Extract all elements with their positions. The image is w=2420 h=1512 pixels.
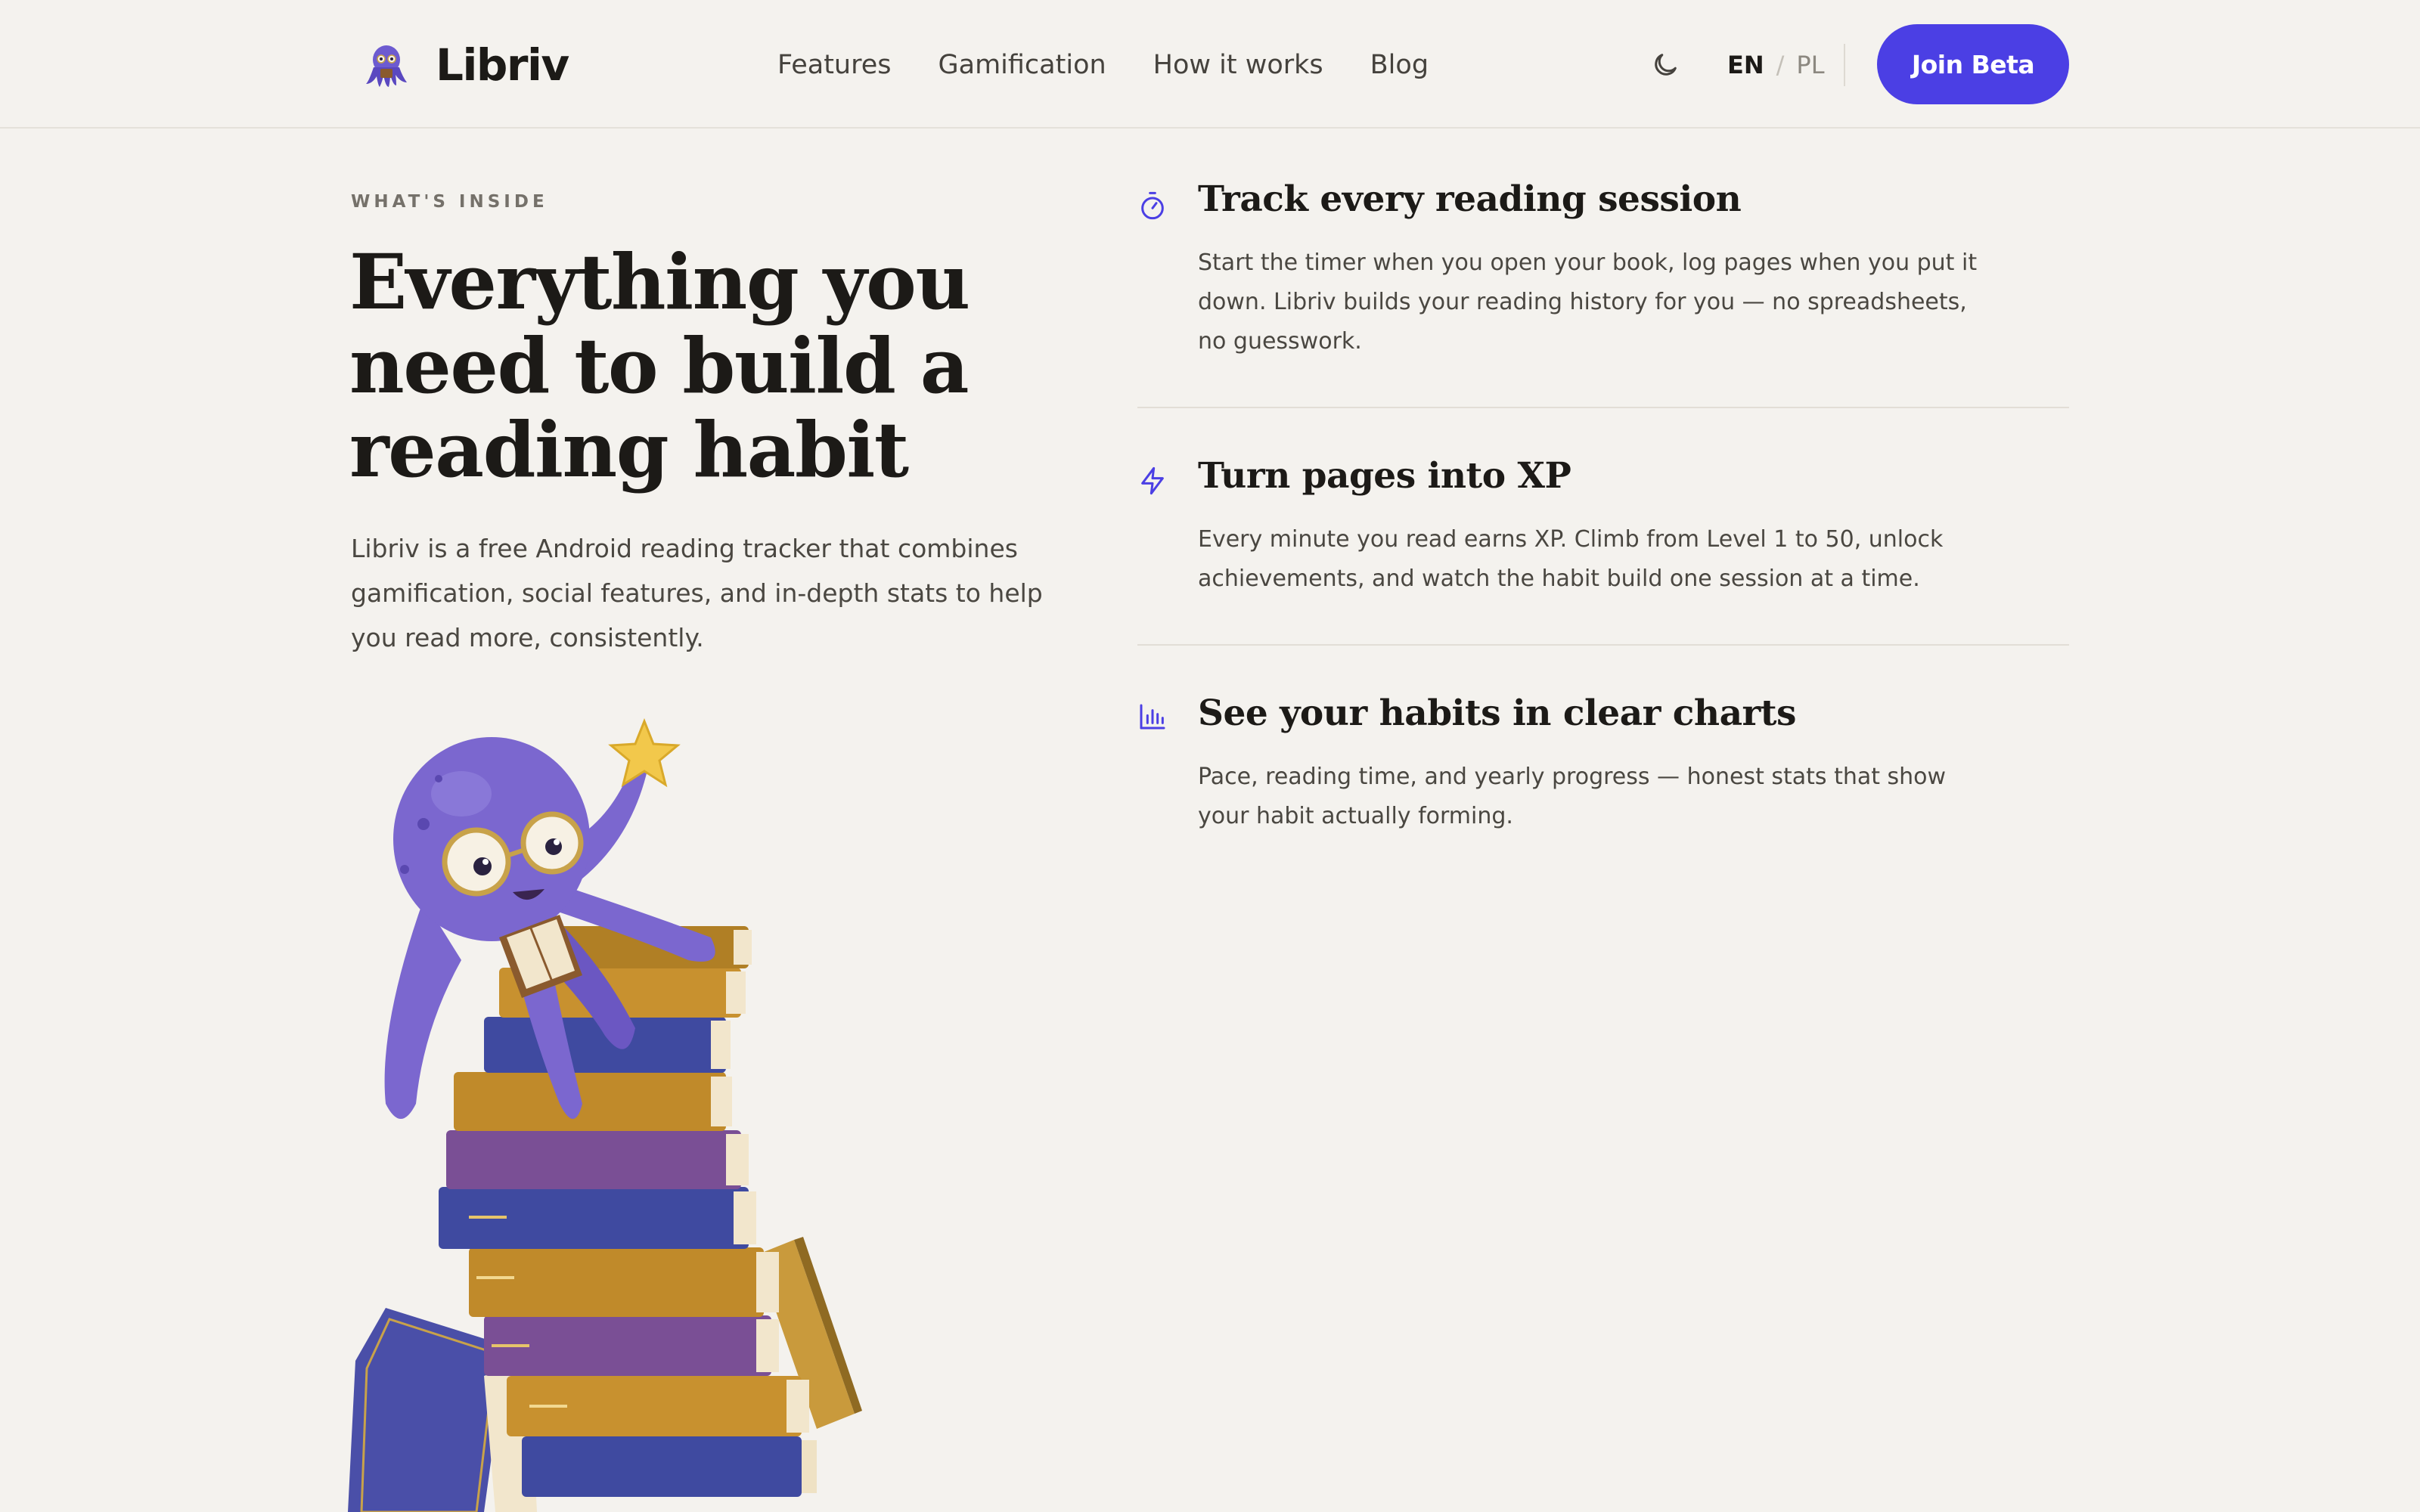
theme-toggle-button[interactable] <box>1647 47 1683 83</box>
lang-separator: / <box>1776 51 1785 79</box>
header-divider <box>1844 44 1845 86</box>
feature-title: See your habits in clear charts <box>1198 692 1796 734</box>
moon-icon <box>1655 54 1677 76</box>
feature-title: Track every reading session <box>1198 178 1742 220</box>
feature-description: Start the timer when you open your book,… <box>1198 249 1978 355</box>
lang-option-en[interactable]: EN <box>1727 51 1764 79</box>
join-beta-button[interactable]: Join Beta <box>1877 24 2069 104</box>
language-switcher: EN / PL <box>1727 45 1825 85</box>
feature-title: Turn pages into XP <box>1198 455 1571 497</box>
feature-description: Every minute you read earns XP. Climb fr… <box>1198 526 1944 592</box>
stopwatch-icon <box>1141 191 1164 220</box>
section-eyebrow: WHAT'S INSIDE <box>351 192 548 212</box>
nav-link-gamification[interactable]: Gamification <box>939 50 1106 80</box>
bar-chart-icon <box>1140 704 1165 730</box>
feature-divider <box>1137 407 2069 408</box>
nav-link-blog[interactable]: Blog <box>1370 50 1429 80</box>
octopus-reading-on-books-illustration <box>348 717 862 1512</box>
feature-description: Pace, reading time, and yearly progress … <box>1198 764 1947 829</box>
lightning-icon <box>1141 466 1164 495</box>
octopus-logo-icon <box>366 45 407 87</box>
lang-option-pl[interactable]: PL <box>1796 51 1824 79</box>
nav-link-how-it-works[interactable]: How it works <box>1153 50 1323 80</box>
hero-subtitle: Libriv is a free Android reading tracker… <box>351 534 1043 652</box>
main-nav: Features Gamification How it works Blog <box>777 41 1429 89</box>
nav-link-features[interactable]: Features <box>777 50 892 80</box>
brand-link[interactable]: Libriv <box>360 35 569 95</box>
hero-title: Everything you need to build a reading h… <box>349 237 970 494</box>
brand-name: Libriv <box>436 39 569 91</box>
feature-divider <box>1137 644 2069 646</box>
site-header: Libriv Features Gamification How it work… <box>0 0 2420 129</box>
